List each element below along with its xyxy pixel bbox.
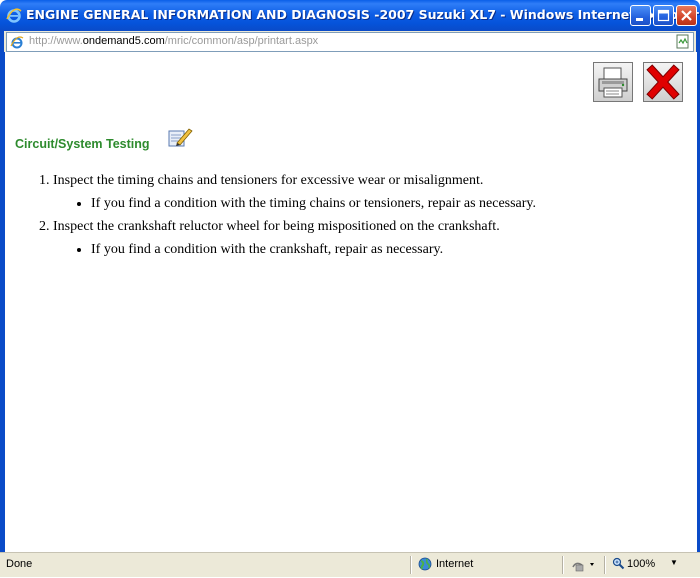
security-zone[interactable]: Internet [418,557,558,573]
sub-list: If you find a condition with the cranksh… [53,238,693,261]
address-bar: http://www.ondemand5.com/mric/common/asp… [0,31,700,52]
step-text: Inspect the timing chains and tensioners… [53,173,484,188]
page-content: Circuit/System Testing Inspect the timin… [4,52,698,552]
note-pencil-icon [168,128,193,147]
ie-logo-icon [6,8,22,23]
close-icon [681,10,692,21]
status-text: Done [6,558,33,570]
compatibility-page-icon[interactable] [676,34,690,49]
status-bar: Done Internet 100% ▼ [0,552,700,577]
globe-icon [418,557,432,571]
close-window-button[interactable] [676,5,697,26]
list-item: If you find a condition with the cranksh… [91,238,693,261]
close-page-button[interactable] [643,62,683,102]
section-title: Circuit/System Testing [15,137,150,151]
title-bar: ENGINE GENERAL INFORMATION AND DIAGNOSIS… [0,0,700,31]
url-text: http://www.ondemand5.com/mric/common/asp… [29,35,319,47]
page-ie-icon [10,36,24,49]
step-text: Inspect the crankshaft reluctor wheel fo… [53,219,500,234]
list-item: Inspect the crankshaft reluctor wheel fo… [53,215,693,261]
window-title: ENGINE GENERAL INFORMATION AND DIAGNOSIS… [26,7,699,22]
sub-list: If you find a condition with the timing … [53,192,693,215]
list-item: Inspect the timing chains and tensioners… [53,169,693,215]
maximize-icon [657,9,670,22]
chevron-down-icon: ▼ [670,558,678,567]
printer-icon [598,67,628,98]
steps-list: Inspect the timing chains and tensioners… [15,169,693,261]
red-x-icon [646,64,680,100]
maximize-button[interactable] [653,5,674,26]
magnifier-icon [612,557,625,570]
status-divider [604,556,606,574]
zoom-control[interactable]: 100% ▼ [612,557,686,573]
status-divider [562,556,564,574]
url-field[interactable]: http://www.ondemand5.com/mric/common/asp… [6,32,694,52]
protected-mode-button[interactable] [570,557,600,573]
status-divider [410,556,412,574]
minimize-icon [636,18,643,21]
protected-mode-icon [572,562,594,572]
list-item: If you find a condition with the timing … [91,192,693,215]
zoom-level: 100% [627,558,656,570]
minimize-button[interactable] [630,5,651,26]
zone-label: Internet [436,558,474,570]
print-button[interactable] [593,62,633,102]
